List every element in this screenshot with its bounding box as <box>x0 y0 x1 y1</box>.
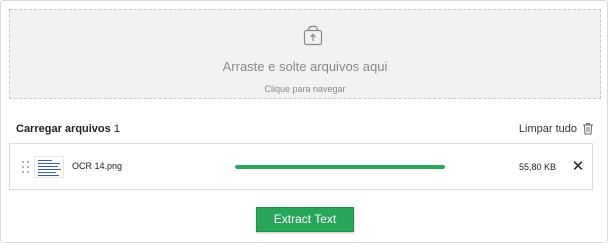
drag-handle-icon[interactable] <box>22 161 30 173</box>
extract-text-button[interactable]: Extract Text <box>256 207 354 232</box>
upload-progress-fill <box>235 165 445 169</box>
uploader-panel: Arraste e solte arquivos aqui Clique par… <box>0 0 608 243</box>
clear-all-label: Limpar tudo <box>518 122 577 135</box>
file-dropzone[interactable]: Arraste e solte arquivos aqui Clique par… <box>9 9 601 99</box>
upload-title-label: Carregar arquivos <box>16 123 111 135</box>
clear-all-button[interactable]: Limpar tudo <box>519 122 594 135</box>
upload-box-icon <box>303 25 323 46</box>
file-name: OCR 14.png <box>72 161 123 171</box>
file-thumbnail <box>34 156 64 178</box>
file-size: 55,80 KB <box>519 162 557 172</box>
file-row: OCR 14.png 55,80 KB ✕ <box>9 143 593 190</box>
dropzone-title: Arraste e solte arquivos aqui <box>222 59 388 74</box>
close-icon: ✕ <box>571 158 585 175</box>
upload-progress-bar <box>235 165 445 169</box>
remove-file-button[interactable]: ✕ <box>570 158 586 176</box>
upload-count: 1 <box>113 123 120 135</box>
dropzone-browse-link[interactable]: Clique para navegar <box>10 84 600 94</box>
trash-icon <box>583 123 593 135</box>
upload-list-title: Carregar arquivos 1 <box>16 123 120 135</box>
upload-list-header: Carregar arquivos 1 Limpar tudo <box>16 123 594 137</box>
